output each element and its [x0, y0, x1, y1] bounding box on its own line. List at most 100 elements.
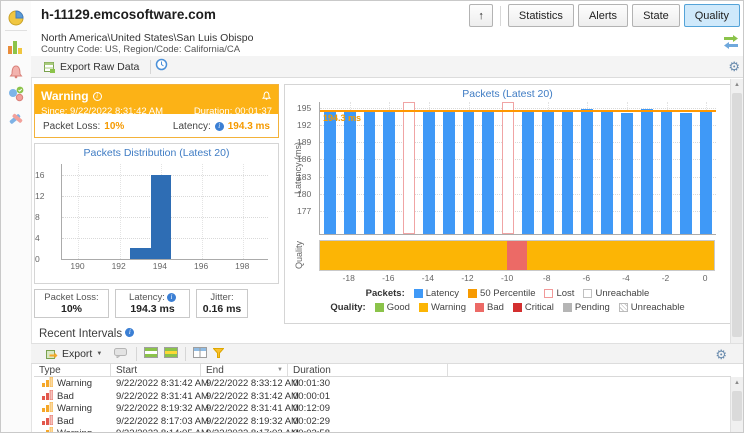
host-states-icon[interactable] — [7, 85, 25, 103]
interval-empty-cell — [448, 415, 731, 428]
lost-swatch — [544, 289, 553, 298]
legend-item-label: 50 Percentile — [480, 288, 535, 299]
interval-start-cell: 9/22/2022 8:31:41 AM — [111, 390, 201, 403]
table-row[interactable]: Warning9/22/2022 8:19:32 AM9/22/2022 8:3… — [34, 402, 731, 415]
settings-gear-icon[interactable]: ⚙ — [728, 60, 740, 73]
interval-end-cell: 9/22/2022 8:17:03 AM — [201, 427, 288, 433]
latency-bar[interactable] — [324, 112, 336, 234]
latency-bar[interactable] — [641, 109, 653, 234]
bad-swatch — [475, 303, 484, 312]
pie-chart-icon[interactable] — [7, 9, 25, 27]
latency-bar[interactable] — [522, 112, 534, 234]
quality-strip[interactable] — [319, 240, 715, 271]
scroll-up-arrow[interactable]: ▲ — [731, 79, 743, 92]
distribution-bar[interactable] — [130, 248, 151, 259]
postpone-bell-icon[interactable] — [261, 87, 272, 105]
recent-intervals-title: Recent Intervals i — [39, 328, 134, 340]
sync-arrows-icon[interactable] — [723, 34, 739, 55]
column-header-type[interactable]: Type — [34, 364, 111, 376]
bar-slot — [498, 102, 518, 234]
interval-duration-cell: 00:02:29 — [288, 415, 448, 428]
comment-icon[interactable] — [114, 345, 127, 363]
scrollbar-thumb[interactable] — [732, 391, 742, 421]
tools-icon[interactable] — [7, 109, 25, 127]
latency-bar[interactable] — [700, 112, 712, 234]
latency-bar[interactable] — [383, 112, 395, 234]
table-row[interactable]: Warning9/22/2022 8:14:05 AM9/22/2022 8:1… — [34, 427, 731, 433]
legend-item: Latency — [414, 288, 459, 299]
x-tick-label: -10 — [495, 273, 519, 283]
band-view-icon[interactable] — [144, 345, 158, 363]
x-tick-label: 0 — [693, 273, 717, 283]
intervals-table-body: Warning9/22/2022 8:31:42 AM9/22/2022 8:3… — [34, 377, 731, 433]
latency-bar[interactable] — [562, 112, 574, 234]
column-chooser-icon[interactable] — [193, 345, 207, 363]
bad-bars-icon — [42, 390, 53, 403]
interval-empty-cell — [448, 377, 731, 390]
main-scrollbar[interactable]: ▲ — [730, 79, 743, 343]
latency-bar[interactable] — [364, 112, 376, 234]
warning-packet-loss-label: Packet Loss: — [43, 121, 100, 132]
y-tick-label: 186 — [297, 154, 315, 164]
header-separator — [500, 6, 501, 26]
filter-icon[interactable] — [213, 345, 224, 363]
quality-segment-warning[interactable] — [527, 241, 714, 270]
column-header-start[interactable]: Start — [111, 364, 201, 376]
legend-item-label: Unreachable — [631, 302, 685, 313]
legend-item-label: Good — [387, 302, 410, 313]
y-tick-label: 180 — [297, 189, 315, 199]
latency-bar[interactable] — [661, 112, 673, 234]
interval-end-cell: 9/22/2022 8:31:42 AM — [201, 390, 288, 403]
bar-chart-icon[interactable] — [7, 37, 25, 55]
tab-alerts[interactable]: Alerts — [578, 4, 628, 27]
tab-statistics[interactable]: Statistics — [508, 4, 574, 27]
latency-bar[interactable] — [621, 113, 633, 234]
interval-type-cell: Warning — [34, 402, 111, 415]
recent-intervals-info-icon[interactable]: i — [125, 328, 134, 337]
quality-segment-bad[interactable] — [507, 241, 527, 270]
latency-bar[interactable] — [581, 109, 593, 234]
legend-item-label: Latency — [426, 288, 459, 299]
latency-bar[interactable] — [423, 112, 435, 234]
tab-quality[interactable]: Quality — [684, 4, 740, 27]
column-header-duration[interactable]: Duration — [288, 364, 448, 376]
stat-value: 194.3 ms — [116, 303, 189, 315]
tab-state[interactable]: State — [632, 4, 680, 27]
interval-start-cell: 9/22/2022 8:31:42 AM — [111, 377, 201, 390]
y-tick-label: 183 — [297, 172, 315, 182]
export-button[interactable]: Export▼ — [39, 345, 109, 363]
info-icon[interactable]: i — [167, 293, 176, 302]
latency-bar[interactable] — [482, 112, 494, 234]
striped-view-icon[interactable] — [164, 345, 178, 363]
quality-segment-warning[interactable] — [320, 241, 507, 270]
bell-icon[interactable] — [7, 61, 25, 79]
table-row[interactable]: Bad9/22/2022 8:31:41 AM9/22/2022 8:31:42… — [34, 390, 731, 403]
latency-bar[interactable] — [463, 112, 475, 234]
column-header-end[interactable]: End▼ — [201, 364, 288, 376]
export-raw-data-button[interactable]: Export Raw Data — [37, 58, 146, 76]
bar-slot — [360, 102, 380, 234]
history-icon[interactable] — [155, 58, 168, 76]
table-row[interactable]: Warning9/22/2022 8:31:42 AM9/22/2022 8:3… — [34, 377, 731, 390]
sidebar-divider — [5, 30, 27, 31]
distribution-bar[interactable] — [151, 175, 172, 259]
interval-duration-cell: 00:00:01 — [288, 390, 448, 403]
latency-bar[interactable] — [601, 112, 613, 234]
table-scrollbar[interactable]: ▲ — [730, 377, 743, 433]
percentile-label: 194.3 ms — [323, 113, 361, 123]
latency-bar[interactable] — [680, 113, 692, 234]
warning-info-icon[interactable]: i — [93, 92, 102, 101]
collapse-up-button[interactable]: ↑ — [469, 4, 493, 27]
latency-bar[interactable] — [542, 112, 554, 234]
latency-info-icon[interactable]: i — [215, 122, 224, 131]
x-tick-label: -12 — [456, 273, 480, 283]
gridline — [243, 164, 244, 259]
scrollbar-thumb[interactable] — [732, 93, 742, 337]
lost-packet-marker[interactable] — [502, 102, 514, 234]
scroll-up-arrow[interactable]: ▲ — [731, 377, 743, 390]
table-row[interactable]: Bad9/22/2022 8:17:03 AM9/22/2022 8:19:32… — [34, 415, 731, 428]
grid-settings-gear-icon[interactable]: ⚙ — [715, 348, 727, 361]
latency-bar[interactable] — [443, 112, 455, 234]
lost-packet-marker[interactable] — [403, 102, 415, 234]
latency-bar[interactable] — [344, 112, 356, 234]
